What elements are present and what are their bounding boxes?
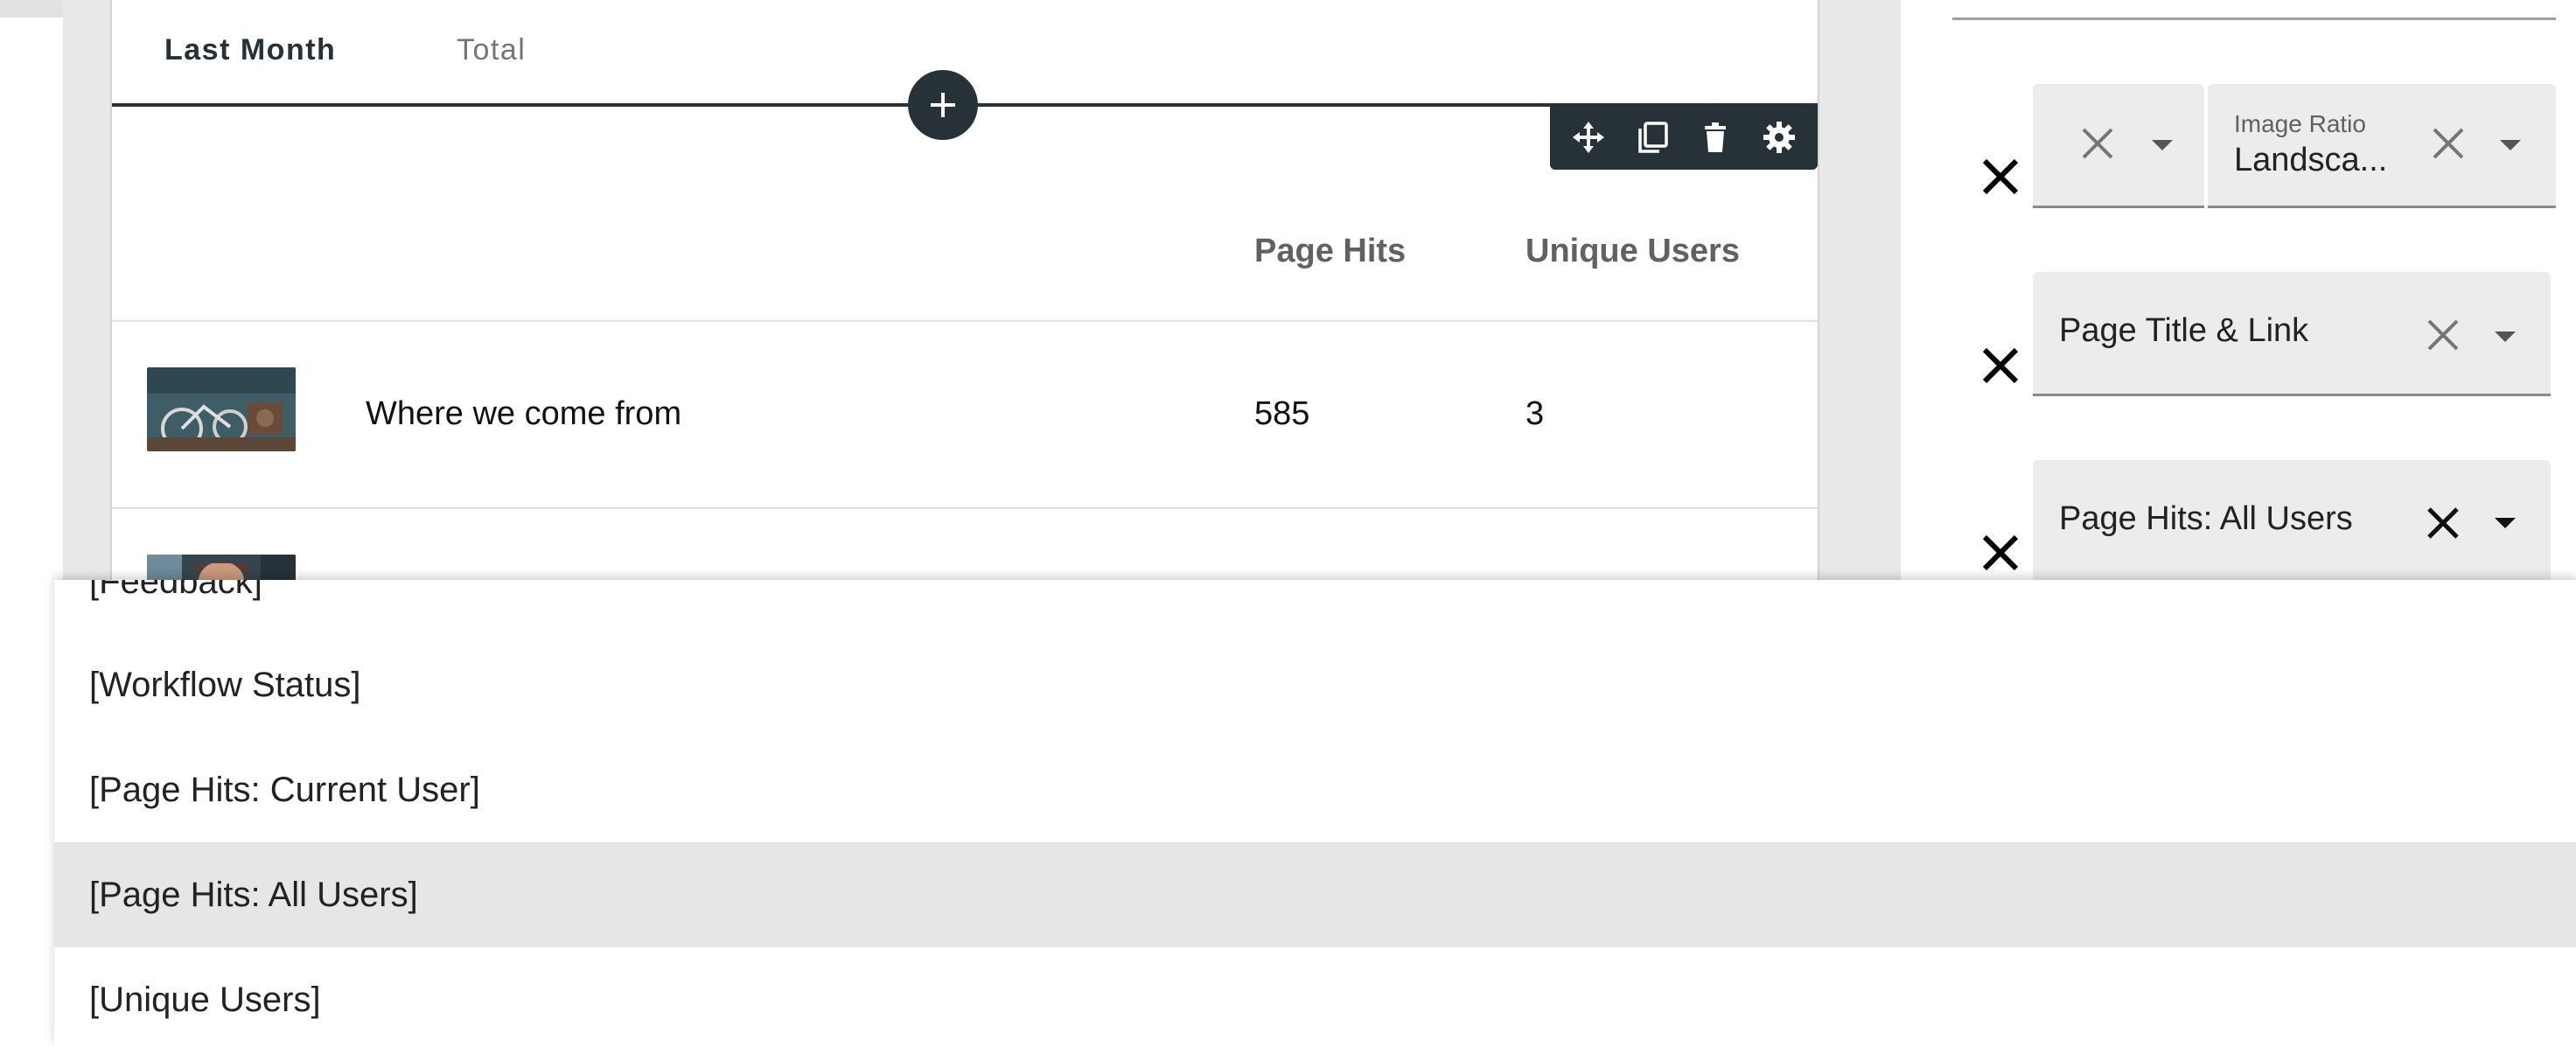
- delete-icon: [1705, 122, 1727, 152]
- chevron-down-icon[interactable]: [2495, 332, 2516, 342]
- settings-icon: [1763, 122, 1795, 153]
- image-ratio-field[interactable]: Image Ratio Landsca...: [2208, 84, 2556, 208]
- tab-total[interactable]: Total: [457, 33, 526, 67]
- page-hits-field[interactable]: Page Hits: All Users: [2033, 460, 2551, 584]
- chevron-down-icon[interactable]: [2495, 518, 2516, 528]
- field-underline: [1952, 17, 2556, 20]
- field-label: Image Ratio: [2234, 110, 2366, 137]
- tab-last-month[interactable]: Last Month: [164, 33, 336, 67]
- column-select-field[interactable]: [2033, 84, 2204, 208]
- clear-icon[interactable]: [2424, 316, 2462, 354]
- duplicate-button[interactable]: [1628, 113, 1677, 162]
- remove-row-icon[interactable]: [1979, 345, 2021, 387]
- row-unique-users: 3: [1525, 395, 1545, 432]
- row-thumbnail: [147, 367, 296, 451]
- column-header-page-hits[interactable]: Page Hits: [1254, 233, 1406, 270]
- settings-button[interactable]: [1755, 113, 1804, 162]
- row-page-title[interactable]: Where we come from: [366, 395, 681, 433]
- add-block-button[interactable]: [908, 70, 978, 140]
- remove-row-icon[interactable]: [1979, 532, 2021, 574]
- clear-icon[interactable]: [2078, 124, 2117, 163]
- field-value: Page Title & Link: [2059, 312, 2309, 349]
- dropdown-option-unique-users[interactable]: [Unique Users]: [54, 947, 2576, 1047]
- dropdown-option-page-hits-current-user[interactable]: [Page Hits: Current User]: [54, 737, 2576, 842]
- row-divider: [112, 507, 1818, 509]
- delete-button[interactable]: [1691, 113, 1740, 162]
- dropdown-option-page-hits-all-users[interactable]: [Page Hits: All Users]: [54, 842, 2576, 947]
- move-icon: [1573, 122, 1605, 153]
- chevron-down-icon[interactable]: [2152, 140, 2173, 150]
- plus-icon: [931, 93, 955, 117]
- table-header-divider: [112, 320, 1818, 322]
- chevron-down-icon[interactable]: [2500, 140, 2521, 150]
- options-dropdown-list: [Feedback] [Workflow Status] [Page Hits:…: [54, 580, 2576, 1047]
- background-strip: [0, 0, 63, 17]
- duplicate-icon: [1638, 122, 1668, 153]
- remove-row-icon[interactable]: [1979, 156, 2021, 198]
- dropdown-option-workflow-status[interactable]: [Workflow Status]: [54, 632, 2576, 737]
- clear-icon[interactable]: [2424, 504, 2462, 542]
- dropdown-option-feedback[interactable]: [Feedback]: [54, 580, 2576, 634]
- field-value: Landsca...: [2234, 142, 2388, 178]
- row-page-hits: 585: [1254, 395, 1310, 432]
- clear-icon[interactable]: [2429, 124, 2468, 163]
- field-value: Page Hits: All Users: [2059, 500, 2353, 537]
- move-button[interactable]: [1564, 113, 1613, 162]
- column-header-unique-users[interactable]: Unique Users: [1525, 233, 1740, 270]
- page-title-field[interactable]: Page Title & Link: [2033, 272, 2551, 396]
- block-toolbar: [1550, 105, 1818, 170]
